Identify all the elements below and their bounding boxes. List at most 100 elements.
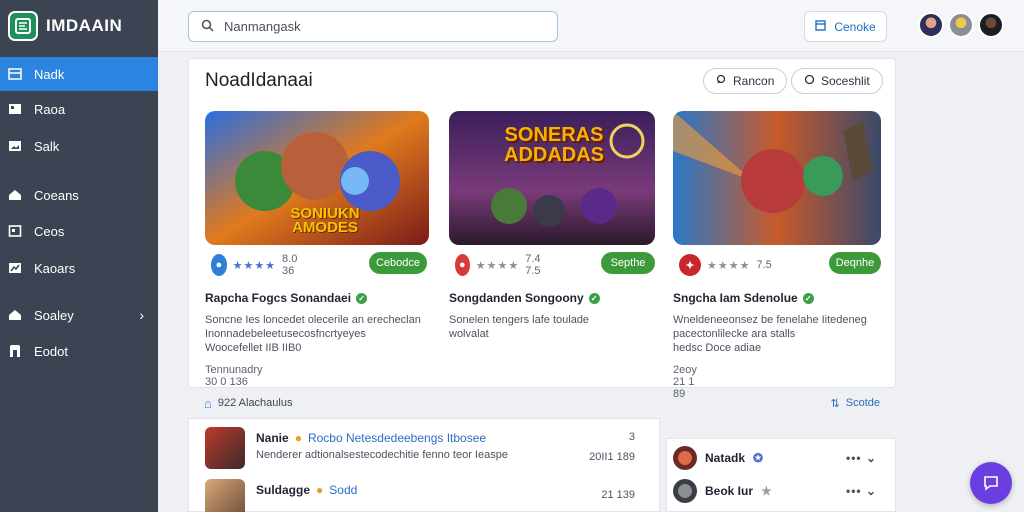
feed-item-header: Suldagge ● Sodd [256, 483, 357, 497]
game-description: Wneldeneeonsez be fenelahe Iitedeneg pac… [673, 313, 881, 355]
stats-strip: ⌂ 922 Alachaulus ⇅ Scotde [188, 389, 896, 417]
stats-left: ⌂ 922 Alachaulus [204, 396, 292, 411]
rating-value: 7.4 7.5 [525, 253, 541, 277]
chart-icon [8, 261, 22, 275]
pill-button-soceshlit[interactable]: Soceshlit [791, 68, 883, 94]
chat-icon [984, 476, 998, 491]
home-icon [8, 188, 22, 202]
calendar-icon [815, 19, 827, 34]
avatar[interactable] [978, 12, 1004, 38]
sidebar-item-ceos[interactable]: Ceos [0, 214, 158, 248]
sidebar-item-nadk[interactable]: Nadk [0, 57, 158, 91]
description-line: Sonelen tengers lafe toulade [449, 314, 590, 326]
feed-item[interactable]: Nanie ● Rocbo Netesdedeebengs Itbosee Nend… [203, 423, 649, 471]
play-button[interactable]: Cebodce [369, 252, 427, 274]
sidebar-item-label: Salk [34, 138, 60, 154]
play-button[interactable]: Septhe [601, 252, 655, 274]
home-icon: ⌂ [204, 395, 212, 411]
stats-link-text: Scotde [845, 397, 880, 409]
friend-row[interactable]: Beok Iur ★ ••• ⌄ [673, 476, 887, 506]
description-line: Inonnadebeleetusecosfncrtyeyes [205, 328, 366, 340]
sidebar-item-label: Raoa [34, 101, 66, 117]
game-title[interactable]: Rapcha Fogcs Sonandaei ✓ [205, 291, 368, 305]
sidebar-item-label: Nadk [34, 66, 65, 82]
feed-text: Nenderer adtionalsestecodechitie fenno t… [256, 449, 508, 461]
card-meta: ● ★★★★ 8.0 36 [211, 251, 304, 279]
sidebar-item-soaley[interactable]: Soaley › [0, 298, 158, 332]
feed-item[interactable]: Suldagge ● Sodd 21 139 [203, 475, 649, 512]
feed-count: 3 [628, 431, 635, 443]
game-thumbnail[interactable]: SONIUKN AMODES [205, 111, 429, 245]
description-line: hedsc Doce adiae [673, 342, 762, 354]
rating-value: 8.0 36 [282, 253, 298, 277]
top-action-button[interactable]: Cenoke [804, 11, 887, 42]
friends-list: Natadk ✪ ••• ⌄ Beok Iur ★ ••• ⌄ [666, 438, 896, 512]
feed-tag[interactable]: Sodd [329, 483, 357, 497]
more-icon[interactable]: ••• ⌄ [846, 484, 877, 498]
stats-text: 922 Alachaulus [217, 397, 293, 409]
feed-timestamp: 21 139 [601, 489, 635, 501]
page-title: NoadIdanaai [205, 70, 313, 91]
feed-user-name: Suldagge [256, 483, 311, 497]
featured-panel: NoadIdanaai Rancon Soceshlit SONIUKN AMO… [188, 58, 896, 400]
feed-timestamp: 20II1 189 [589, 451, 635, 463]
sidebar-item-kaoars[interactable]: Kaoars [0, 251, 158, 285]
pill-label: Rancon [733, 74, 775, 88]
sidebar-item-label: Coeans [34, 187, 79, 203]
game-thumbnail[interactable]: SONERAS ADDADAS [449, 111, 655, 245]
pill-label: Soceshlit [821, 74, 870, 88]
stats-link[interactable]: ⇅ Scotde [831, 397, 880, 410]
star-icon: ★ [761, 484, 772, 498]
game-thumbnail[interactable] [673, 111, 881, 245]
game-app-icon: ● [455, 254, 470, 276]
avatar [673, 446, 697, 470]
search-input[interactable] [224, 19, 524, 34]
rating-value: 7.5 [756, 259, 772, 271]
sidebar-item-label: Ceos [34, 223, 65, 239]
sidebar-item-label: Eodot [34, 343, 68, 359]
game-title[interactable]: Sngcha Iam Sdenolue ✓ [673, 291, 814, 305]
description-line: Soncne Ies loncedet olecerile an erechec… [205, 314, 421, 326]
user-avatars [918, 12, 1004, 38]
thumbnail-logo-text: SONERAS ADDADAS [504, 124, 604, 166]
pill-button-rancon[interactable]: Rancon [703, 68, 788, 94]
chat-button[interactable] [970, 462, 1012, 504]
search-box[interactable] [188, 11, 558, 42]
emoji-icon: ● [294, 431, 302, 445]
brand[interactable]: IMDAAIN [0, 0, 158, 52]
filter-icon: ⇅ [830, 397, 840, 410]
topbar: Cenoke [158, 0, 1024, 52]
play-button[interactable]: Deqnhe [829, 252, 881, 274]
sidebar: IMDAAIN Nadk Raoa Salk Coeans Ceos Kaoar… [0, 0, 158, 512]
search-icon [201, 19, 214, 35]
image-icon [8, 139, 22, 153]
sidebar-item-coeans[interactable]: Coeans [0, 178, 158, 212]
avatar[interactable] [948, 12, 974, 38]
friend-name: Natadk [705, 451, 746, 465]
game-app-icon: ● [211, 254, 227, 276]
friend-row[interactable]: Natadk ✪ ••• ⌄ [673, 443, 887, 473]
bookmark-icon [8, 344, 22, 358]
more-icon[interactable]: ••• ⌄ [846, 451, 877, 465]
house-icon [8, 308, 22, 322]
circle-icon [804, 74, 815, 88]
emoji-icon: ● [316, 483, 324, 497]
friend-name: Beok Iur [705, 484, 754, 498]
rating-stars-icon: ★★★★ [475, 259, 520, 272]
game-title[interactable]: Songdanden Songoony ✓ [449, 291, 600, 305]
top-action-label: Cenoke [834, 19, 876, 34]
sidebar-item-eodot[interactable]: Eodot [0, 334, 158, 368]
feed-tag[interactable]: Rocbo Netesdedeebengs Itbosee [308, 431, 486, 445]
game-description: Sonelen tengers lafe toulade wolvalat [449, 313, 655, 341]
rating-stars-icon: ★★★★ [707, 259, 751, 272]
game-title-text: Rapcha Fogcs Sonandaei [205, 291, 352, 305]
game-title-text: Sngcha Iam Sdenolue [673, 291, 798, 305]
avatar[interactable] [918, 12, 944, 38]
verified-icon: ✪ [753, 451, 764, 465]
sidebar-item-salk[interactable]: Salk [0, 129, 158, 163]
description-line: pacectonlilecke ara stalls [673, 328, 796, 340]
sidebar-item-label: Kaoars [34, 260, 76, 276]
avatar [205, 427, 245, 469]
sidebar-item-raoa[interactable]: Raoa [0, 92, 158, 126]
feed-user-name: Nanie [256, 431, 289, 445]
